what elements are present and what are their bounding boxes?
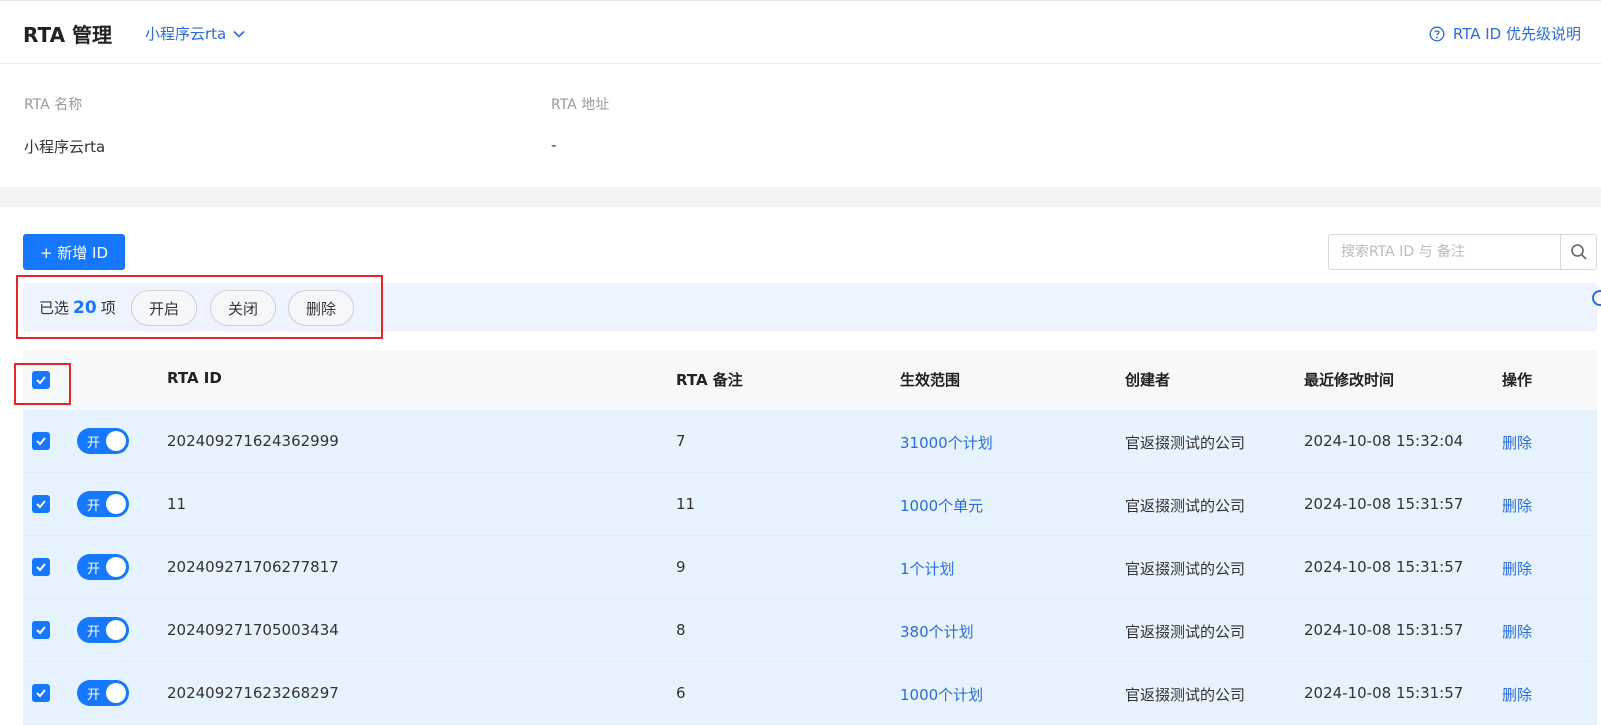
cell-rta-id: 202409271705003434 bbox=[167, 621, 339, 639]
rta-address-label: RTA 地址 bbox=[551, 97, 610, 113]
rta-id-table: RTA ID RTA 备注 生效范围 创建者 最近修改时间 操作 开 20240… bbox=[23, 350, 1597, 725]
row-status-toggle[interactable]: 开 bbox=[77, 617, 129, 643]
rta-selector[interactable]: 小程序云rta bbox=[145, 23, 246, 44]
toggle-knob bbox=[106, 431, 126, 451]
checkmark-icon bbox=[36, 500, 46, 509]
question-circle-icon bbox=[1429, 26, 1445, 41]
table-row: 开 202409271706277817 9 1个计划 官返掇测试的公司 202… bbox=[23, 536, 1597, 599]
toggle-label: 开 bbox=[87, 625, 101, 640]
priority-help-link[interactable]: RTA ID 优先级说明 bbox=[1429, 23, 1581, 44]
search-icon bbox=[1570, 244, 1587, 260]
table-row: 开 11 11 1000个单元 官返掇测试的公司 2024-10-08 15:3… bbox=[23, 473, 1597, 536]
row-checkbox[interactable] bbox=[32, 495, 50, 513]
row-status-toggle[interactable]: 开 bbox=[77, 680, 129, 706]
search-box bbox=[1328, 234, 1597, 270]
header-note[interactable]: RTA 备注 bbox=[676, 369, 743, 390]
cell-modified: 2024-10-08 15:31:57 bbox=[1304, 684, 1464, 702]
cell-creator: 官返掇测试的公司 bbox=[1125, 560, 1246, 578]
cell-modified: 2024-10-08 15:32:04 bbox=[1304, 432, 1464, 450]
cell-note: 7 bbox=[676, 432, 686, 450]
cell-note: 6 bbox=[676, 684, 686, 702]
cell-rta-id: 202409271623268297 bbox=[167, 684, 339, 702]
row-status-toggle[interactable]: 开 bbox=[77, 554, 129, 580]
cell-scope-link[interactable]: 1个计划 bbox=[900, 558, 955, 579]
selection-highlight-box bbox=[16, 275, 383, 339]
toggle-knob bbox=[106, 620, 126, 640]
page-title: RTA 管理 bbox=[23, 23, 113, 47]
row-checkbox[interactable] bbox=[32, 558, 50, 576]
cell-note: 11 bbox=[676, 495, 696, 513]
row-status-toggle[interactable]: 开 bbox=[77, 491, 129, 517]
cell-scope-link[interactable]: 380个计划 bbox=[900, 621, 974, 642]
table-row: 开 202409271623268297 6 1000个计划 官返掇测试的公司 … bbox=[23, 662, 1597, 725]
chevron-down-icon bbox=[233, 30, 245, 38]
rta-name-value: 小程序云rta bbox=[24, 138, 106, 156]
cell-note: 8 bbox=[676, 621, 686, 639]
checkmark-icon bbox=[36, 626, 46, 635]
toggle-knob bbox=[106, 494, 126, 514]
rta-info-section: RTA 名称 RTA 地址 小程序云rta - bbox=[0, 64, 1601, 187]
cell-modified: 2024-10-08 15:31:57 bbox=[1304, 495, 1464, 513]
cell-rta-id: 202409271706277817 bbox=[167, 558, 339, 576]
toggle-label: 开 bbox=[87, 499, 101, 514]
cell-note: 9 bbox=[676, 558, 686, 576]
checkmark-icon bbox=[36, 437, 46, 446]
checkmark-icon bbox=[36, 689, 46, 698]
toggle-label: 开 bbox=[87, 436, 101, 451]
table-header: RTA ID RTA 备注 生效范围 创建者 最近修改时间 操作 bbox=[23, 350, 1597, 410]
rta-address-value: - bbox=[551, 136, 557, 154]
header-rta-id: RTA ID bbox=[167, 369, 222, 387]
toggle-knob bbox=[106, 557, 126, 577]
cell-modified: 2024-10-08 15:31:57 bbox=[1304, 621, 1464, 639]
cell-creator: 官返掇测试的公司 bbox=[1125, 623, 1246, 641]
toggle-knob bbox=[106, 683, 126, 703]
cell-scope-link[interactable]: 31000个计划 bbox=[900, 432, 993, 453]
header-actions: 操作 bbox=[1502, 371, 1533, 389]
table-row: 开 202409271705003434 8 380个计划 官返掇测试的公司 2… bbox=[23, 599, 1597, 662]
row-checkbox[interactable] bbox=[32, 432, 50, 450]
section-divider bbox=[0, 187, 1601, 207]
priority-help-text: RTA ID 优先级说明 bbox=[1452, 25, 1581, 43]
toggle-label: 开 bbox=[87, 562, 101, 577]
search-input[interactable] bbox=[1329, 235, 1560, 269]
cell-creator: 官返掇测试的公司 bbox=[1125, 497, 1246, 515]
select-all-highlight-box bbox=[14, 363, 71, 405]
clear-selection-icon[interactable] bbox=[1592, 290, 1601, 306]
table-body: 开 202409271624362999 7 31000个计划 官返掇测试的公司… bbox=[23, 410, 1597, 725]
row-delete-link[interactable]: 删除 bbox=[1502, 432, 1532, 453]
cell-creator: 官返掇测试的公司 bbox=[1125, 686, 1246, 704]
row-delete-link[interactable]: 删除 bbox=[1502, 495, 1532, 516]
cell-rta-id: 11 bbox=[167, 495, 187, 513]
cell-creator: 官返掇测试的公司 bbox=[1125, 434, 1246, 452]
row-delete-link[interactable]: 删除 bbox=[1502, 558, 1532, 579]
header-creator: 创建者 bbox=[1125, 371, 1171, 389]
cell-rta-id: 202409271624362999 bbox=[167, 432, 339, 450]
cell-scope-link[interactable]: 1000个单元 bbox=[900, 495, 983, 516]
row-delete-link[interactable]: 删除 bbox=[1502, 621, 1532, 642]
checkmark-icon bbox=[36, 563, 46, 572]
header-modified: 最近修改时间 bbox=[1304, 371, 1395, 389]
cell-scope-link[interactable]: 1000个计划 bbox=[900, 684, 983, 705]
rta-name-label: RTA 名称 bbox=[24, 97, 83, 113]
row-checkbox[interactable] bbox=[32, 621, 50, 639]
row-status-toggle[interactable]: 开 bbox=[77, 428, 129, 454]
table-row: 开 202409271624362999 7 31000个计划 官返掇测试的公司… bbox=[23, 410, 1597, 473]
row-delete-link[interactable]: 删除 bbox=[1502, 684, 1532, 705]
rta-selector-label: 小程序云rta bbox=[145, 25, 227, 43]
header-scope: 生效范围 bbox=[900, 371, 961, 389]
search-button[interactable] bbox=[1560, 235, 1596, 269]
toggle-label: 开 bbox=[87, 688, 101, 703]
row-checkbox[interactable] bbox=[32, 684, 50, 702]
cell-modified: 2024-10-08 15:31:57 bbox=[1304, 558, 1464, 576]
add-id-button[interactable]: + 新增 ID bbox=[23, 234, 125, 270]
top-bar: RTA 管理 小程序云rta RTA ID 优先级说明 bbox=[0, 0, 1601, 64]
